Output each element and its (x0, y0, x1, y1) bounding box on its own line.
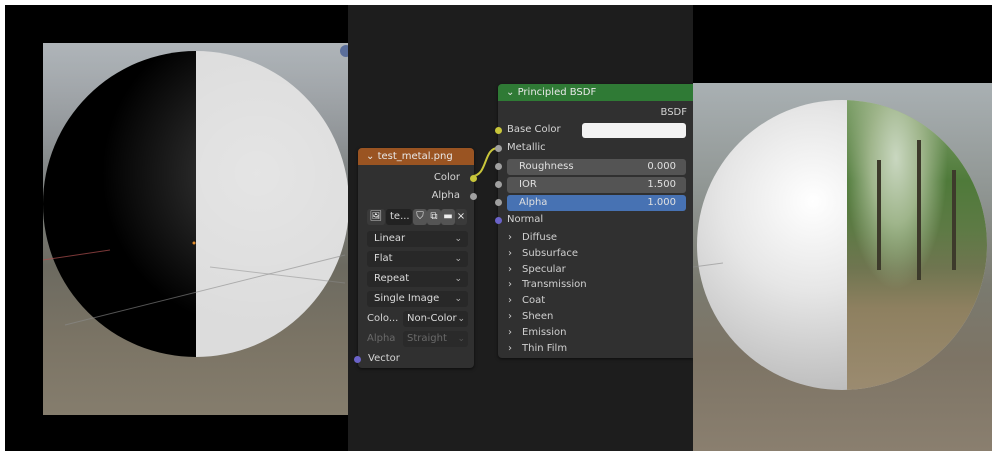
alpha-output-socket[interactable] (470, 193, 477, 200)
chevron-down-icon: ⌄ (454, 254, 462, 264)
chevron-down-icon: ⌄ (454, 234, 462, 244)
panel-sheen[interactable]: › Sheen (508, 309, 553, 325)
projection-dropdown[interactable]: Flat ⌄ (367, 251, 468, 267)
chevron-down-icon: ⌄ (454, 294, 462, 304)
chevron-down-icon: ⌄ (454, 274, 462, 284)
interpolation-value: Linear (374, 233, 406, 244)
panel-label: Coat (522, 295, 546, 306)
panel-subsurface[interactable]: › Subsurface (508, 246, 578, 262)
metallic-socket[interactable] (495, 145, 502, 152)
panel-label: Transmission (522, 279, 587, 290)
extension-dropdown[interactable]: Repeat ⌄ (367, 271, 468, 287)
bsdf-node-title: Principled BSDF (517, 87, 597, 98)
color-space-label: Colo... (367, 313, 399, 324)
normal-label: Normal (507, 214, 544, 225)
image-node-header[interactable]: ⌄ test_metal.png (358, 148, 474, 165)
shield-fake-user-icon[interactable]: ⛉ (413, 209, 427, 225)
roughness-slider[interactable]: Roughness 0.000 (507, 159, 686, 175)
panel-label: Subsurface (522, 248, 578, 259)
image-name-field[interactable]: te... (386, 209, 412, 225)
chevron-right-icon: › (508, 343, 512, 354)
chevron-right-icon: › (508, 279, 512, 290)
base-color-swatch[interactable] (582, 123, 686, 138)
vector-input-socket[interactable] (354, 356, 361, 363)
panel-coat[interactable]: › Coat (508, 293, 545, 309)
alpha-socket[interactable] (495, 199, 502, 206)
roughness-label: Roughness (519, 161, 574, 172)
interpolation-dropdown[interactable]: Linear ⌄ (367, 231, 468, 247)
alpha-mode-label: Alpha (367, 333, 396, 344)
close-icon[interactable]: × (455, 209, 467, 225)
source-dropdown[interactable]: Single Image ⌄ (367, 291, 468, 307)
alpha-mode-value: Straight (407, 333, 447, 344)
extension-value: Repeat (374, 273, 410, 284)
chevron-down-icon: ⌄ (457, 314, 465, 324)
chevron-right-icon: › (508, 232, 512, 243)
panel-emission[interactable]: › Emission (508, 325, 567, 341)
chevron-right-icon: › (508, 327, 512, 338)
alpha-label: Alpha (519, 197, 548, 208)
panel-label: Specular (522, 264, 566, 275)
bsdf-node-header[interactable]: ⌄ Principled BSDF (498, 84, 693, 101)
panel-label: Sheen (522, 311, 554, 322)
alpha-mode-dropdown: Straight ⌄ (403, 331, 468, 347)
ior-value: 1.500 (647, 179, 676, 190)
left-viewport[interactable] (5, 5, 348, 451)
ior-label: IOR (519, 179, 537, 190)
chevron-right-icon: › (508, 295, 512, 306)
color-space-dropdown[interactable]: Non-Color ⌄ (403, 311, 468, 327)
bsdf-output-label: BSDF (660, 107, 687, 118)
principled-bsdf-node[interactable]: ⌄ Principled BSDF BSDF Base Color Metall… (495, 84, 693, 358)
source-value: Single Image (374, 293, 440, 304)
shader-node-editor[interactable]: ⌄ test_metal.png Color Alpha 🖼 te... ⛉ ⧉… (348, 5, 693, 451)
color-output-label: Color (433, 172, 460, 183)
roughness-value: 0.000 (647, 161, 676, 172)
vector-input-label: Vector (368, 353, 400, 364)
image-node-title: test_metal.png (377, 151, 453, 162)
image-texture-node[interactable]: ⌄ test_metal.png Color Alpha 🖼 te... ⛉ ⧉… (354, 148, 477, 368)
alpha-value: 1.000 (647, 197, 676, 208)
chevron-right-icon: › (508, 248, 512, 259)
metallic-label: Metallic (507, 142, 546, 153)
roughness-socket[interactable] (495, 163, 502, 170)
color-output-socket[interactable] (470, 175, 477, 182)
panel-label: Thin Film (522, 343, 568, 354)
viewport-grid-lines (693, 262, 724, 268)
projection-value: Flat (374, 253, 393, 264)
alpha-output-label: Alpha (431, 190, 460, 201)
open-folder-icon[interactable]: ▬ (441, 209, 455, 225)
chevron-right-icon: › (508, 311, 512, 322)
base-color-label: Base Color (507, 124, 561, 135)
chevron-right-icon: › (508, 264, 512, 275)
panel-transmission[interactable]: › Transmission (508, 277, 587, 293)
collapse-chevron-icon[interactable]: ⌄ (366, 151, 374, 162)
color-space-value: Non-Color (407, 313, 457, 324)
viewport-grid-lines (42, 241, 346, 326)
image-browse-icon[interactable]: 🖼 (367, 209, 385, 225)
right-viewport[interactable] (693, 5, 992, 451)
chevron-down-icon: ⌄ (457, 334, 465, 344)
ior-slider[interactable]: IOR 1.500 (507, 177, 686, 193)
navigation-gizmo-icon[interactable] (340, 45, 348, 57)
panel-thin-film[interactable]: › Thin Film (508, 341, 567, 357)
base-color-socket[interactable] (495, 127, 502, 134)
duplicate-image-icon[interactable]: ⧉ (427, 209, 441, 225)
normal-socket[interactable] (495, 217, 502, 224)
panel-specular[interactable]: › Specular (508, 262, 566, 278)
panel-diffuse[interactable]: › Diffuse (508, 230, 557, 246)
alpha-slider[interactable]: Alpha 1.000 (507, 195, 686, 211)
ior-socket[interactable] (495, 181, 502, 188)
panel-label: Diffuse (522, 232, 558, 243)
collapse-chevron-icon[interactable]: ⌄ (506, 87, 514, 98)
panel-label: Emission (522, 327, 567, 338)
